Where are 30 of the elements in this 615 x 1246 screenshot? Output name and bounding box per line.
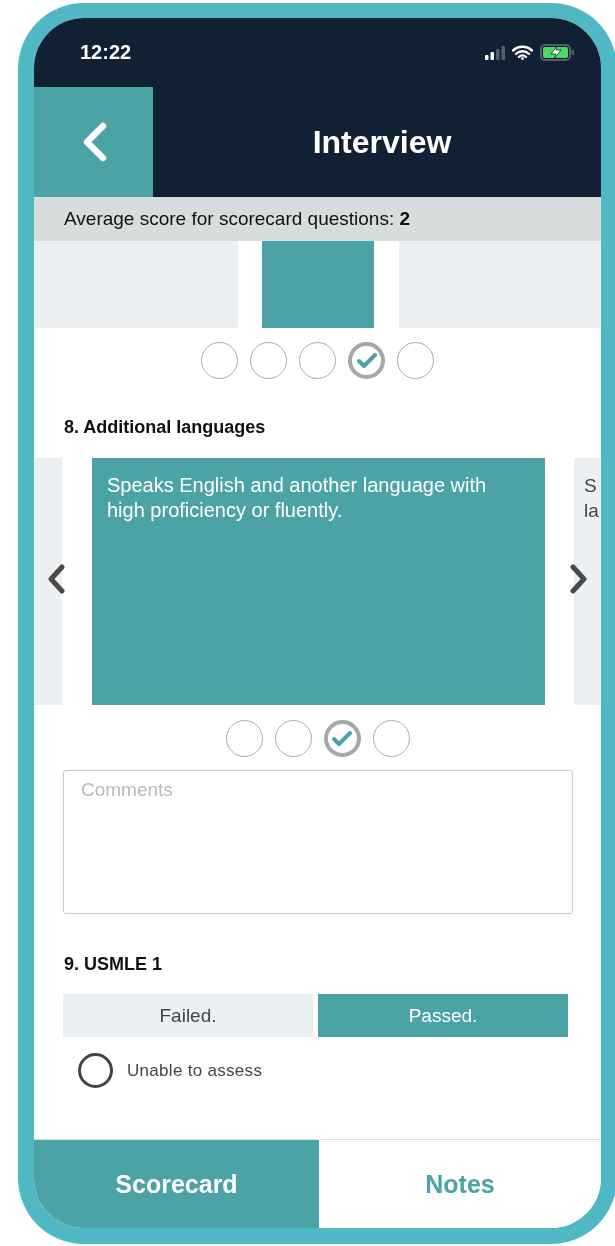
checked-rating-circle[interactable]: [348, 342, 385, 379]
radio-label: Unable to assess: [127, 1060, 263, 1081]
rating-circle[interactable]: [250, 342, 287, 379]
option-button[interactable]: Passed.: [318, 994, 568, 1037]
answer-card[interactable]: S la: [574, 458, 601, 705]
comments-field[interactable]: Comments: [63, 770, 573, 914]
radio-button[interactable]: [78, 1053, 113, 1088]
answer-card[interactable]: [34, 458, 62, 705]
rating-circle[interactable]: [225, 720, 263, 757]
checked-rating-circle[interactable]: [323, 720, 361, 757]
signal-icon: [485, 45, 505, 60]
rating-circle[interactable]: [299, 342, 336, 379]
rating-circle[interactable]: [397, 342, 434, 379]
question-title: 9. USMLE 1: [63, 953, 164, 975]
rating-circle[interactable]: [372, 720, 410, 757]
question-title: 8. Additional languages: [63, 416, 267, 438]
selected-answer-card[interactable]: Speaks English and another language with high proficiency or fluently.: [92, 458, 545, 705]
battery-charging-icon: [540, 44, 575, 61]
rating-circle[interactable]: [274, 720, 312, 757]
average-score-text: Average score for scorecard questions: 2: [64, 208, 411, 230]
back-button[interactable]: [34, 87, 153, 197]
wifi-icon: [512, 45, 533, 60]
answer-text: Speaks English and another language with high proficiency or fluently.: [106, 473, 488, 523]
option-button[interactable]: Failed.: [63, 994, 313, 1037]
rating-circle[interactable]: [201, 342, 238, 379]
screen-title: Interview: [311, 123, 453, 161]
answer-text: S la: [583, 474, 600, 523]
tab[interactable]: Scorecard: [34, 1140, 319, 1228]
selected-answer-card[interactable]: [262, 241, 374, 328]
clock-time: 12:22: [80, 41, 133, 64]
